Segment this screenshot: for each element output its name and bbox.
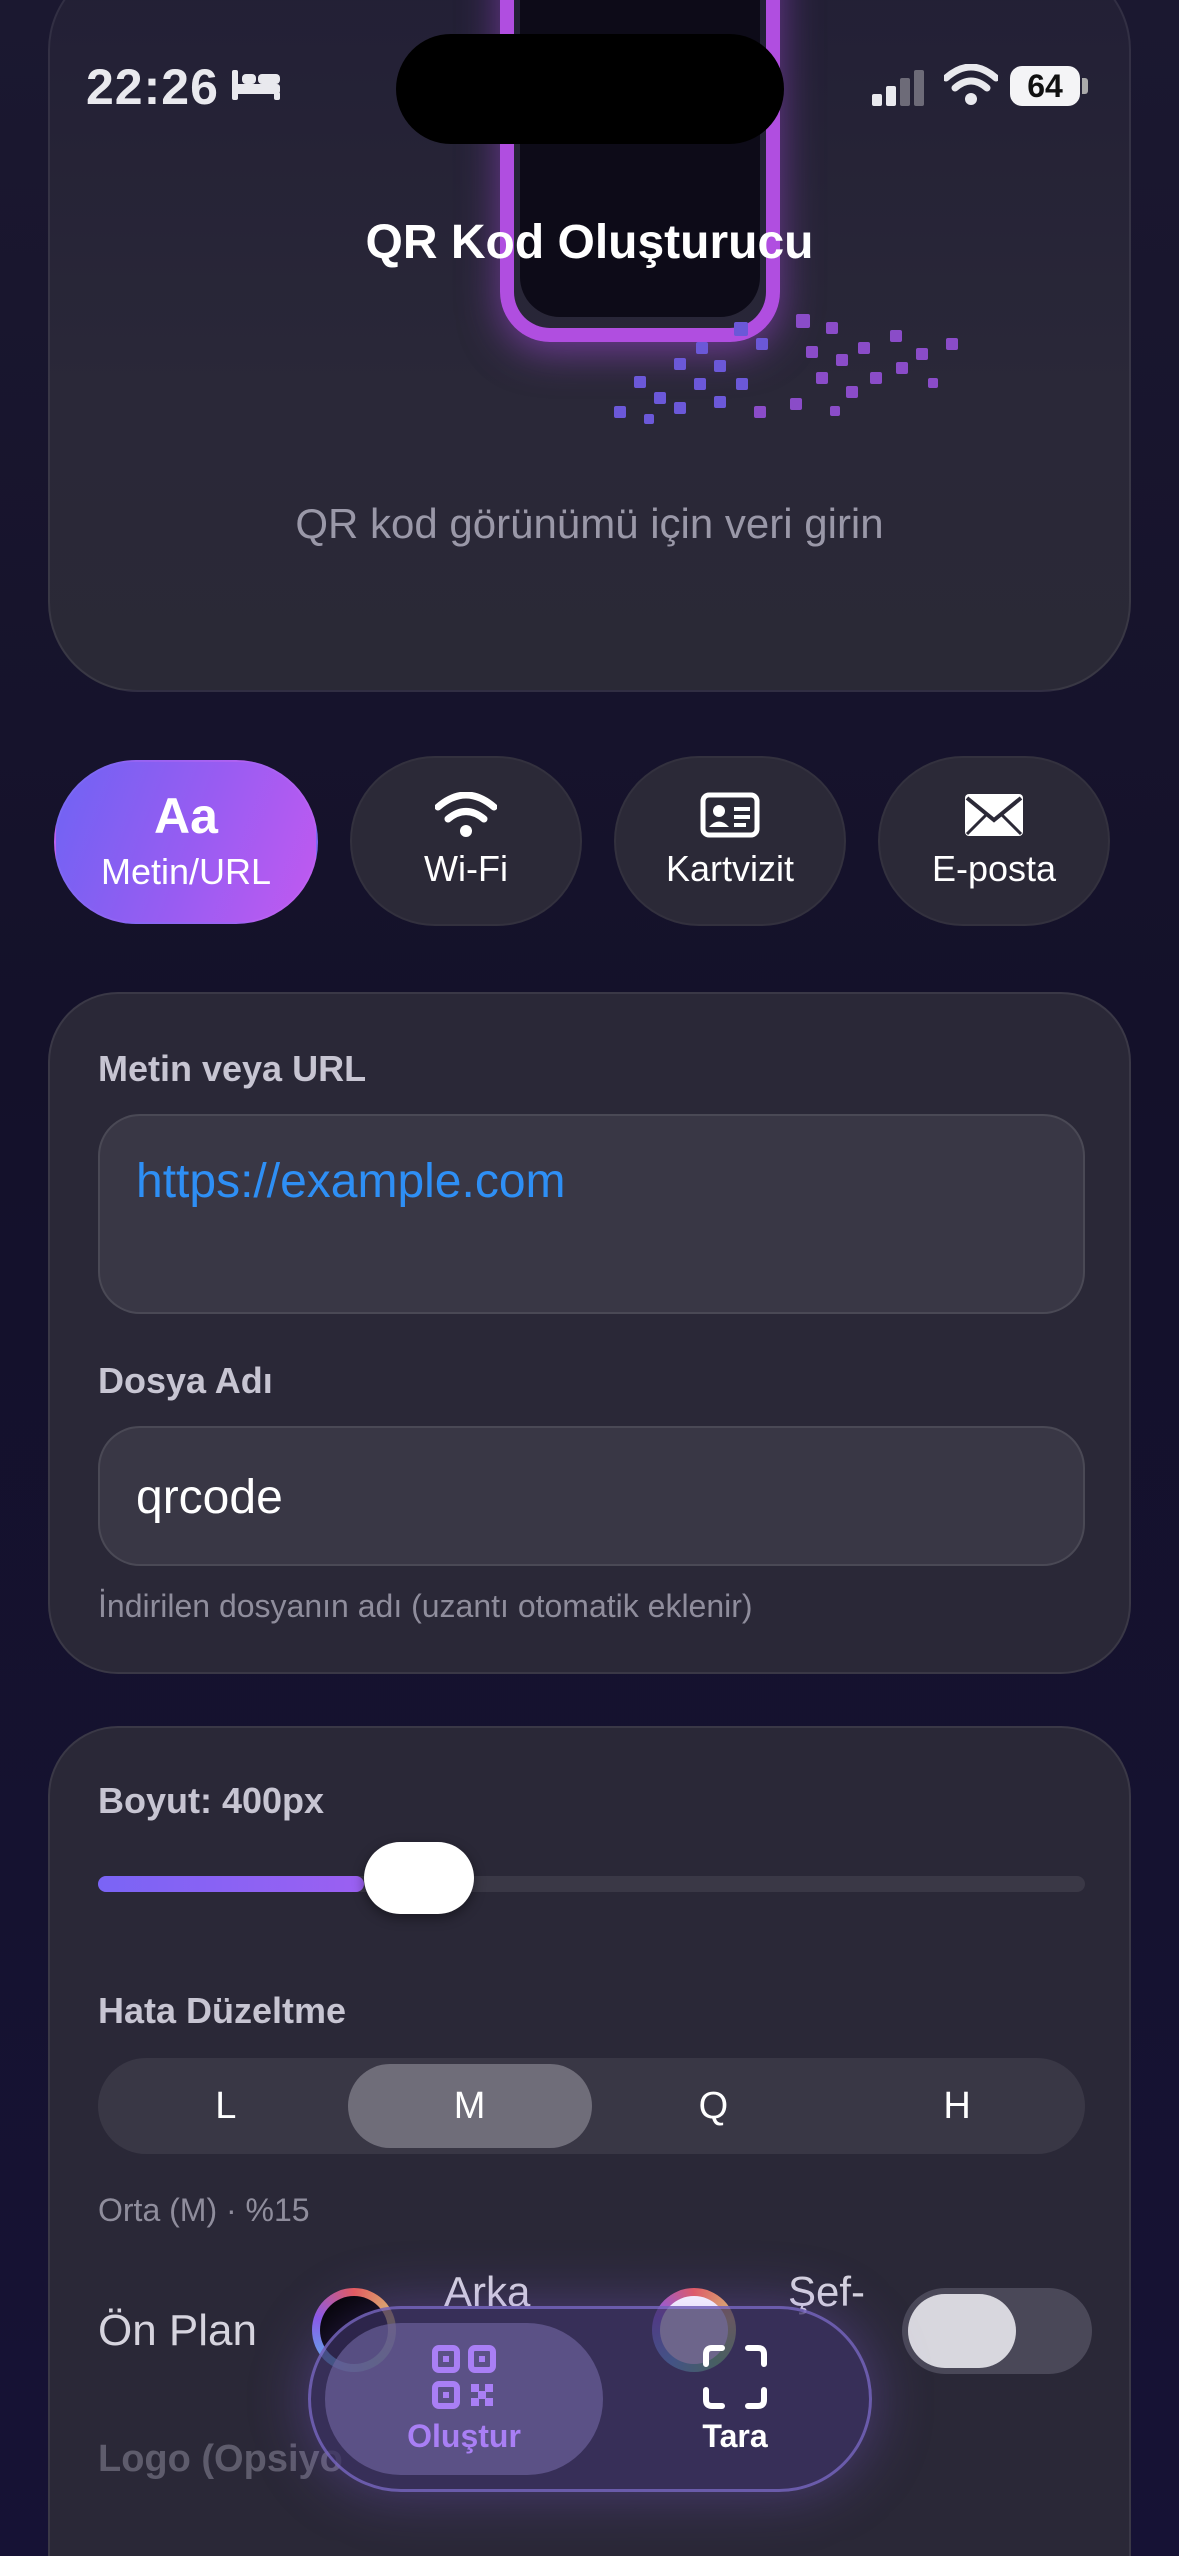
text-url-value: https://example.com bbox=[136, 1155, 566, 1208]
text-url-label: Metin veya URL bbox=[98, 1048, 367, 1089]
pixel-scatter-decoration bbox=[614, 314, 958, 424]
ecc-option-h[interactable]: H bbox=[835, 2064, 1079, 2148]
transparent-toggle-knob bbox=[908, 2294, 1016, 2368]
wifi-status-icon bbox=[944, 64, 998, 105]
battery-tip bbox=[1082, 78, 1088, 94]
type-label: Metin/URL bbox=[100, 851, 272, 892]
ecc-option-q[interactable]: Q bbox=[592, 2064, 836, 2148]
text-url-input[interactable]: https://example.com bbox=[98, 1114, 1085, 1314]
ecc-hint: Orta (M) · %15 bbox=[98, 2192, 310, 2228]
contact-card-icon bbox=[700, 792, 760, 838]
size-slider-fill bbox=[98, 1876, 365, 1892]
qr-code-icon bbox=[432, 2344, 496, 2409]
ecc-label: Hata Düzeltme bbox=[98, 1990, 347, 2031]
signal-icon bbox=[872, 70, 924, 106]
type-label: E-posta bbox=[931, 848, 1057, 889]
text-icon: Aa bbox=[154, 788, 218, 844]
type-label: Wi-Fi bbox=[424, 848, 508, 889]
tab-create[interactable]: Oluştur bbox=[325, 2323, 603, 2475]
size-label: Boyut: 400px bbox=[98, 1780, 325, 1821]
tab-scan-label: Tara bbox=[702, 2417, 768, 2454]
ecc-option-l[interactable]: L bbox=[104, 2064, 348, 2148]
filename-label: Dosya Adı bbox=[98, 1360, 273, 1401]
transparent-toggle[interactable] bbox=[902, 2288, 1092, 2374]
type-wifi[interactable]: Wi-Fi bbox=[350, 756, 582, 926]
dynamic-island bbox=[396, 34, 784, 144]
ecc-segmented-control: L M Q H bbox=[98, 2058, 1085, 2154]
ecc-option-m[interactable]: M bbox=[347, 2064, 592, 2148]
size-slider[interactable] bbox=[98, 1842, 1085, 1914]
filename-value: qrcode bbox=[136, 1471, 283, 1524]
foreground-color-label: Ön Plan bbox=[98, 2306, 257, 2355]
filename-helper: İndirilen dosyanın adı (uzantı otomatik … bbox=[98, 1588, 753, 1624]
filename-input[interactable]: qrcode bbox=[98, 1426, 1085, 1566]
type-label: Kartvizit bbox=[665, 848, 795, 889]
type-email[interactable]: E-posta bbox=[878, 756, 1110, 926]
page-title: QR Kod Oluşturucu bbox=[365, 216, 814, 269]
type-vcard[interactable]: Kartvizit bbox=[614, 756, 846, 926]
size-slider-thumb[interactable] bbox=[364, 1842, 475, 1914]
tab-scan[interactable]: Tara bbox=[611, 2323, 859, 2475]
battery-level: 64 bbox=[1010, 66, 1080, 106]
status-time: 22:26 bbox=[86, 59, 219, 115]
preview-hint: QR kod görünümü için veri girin bbox=[295, 500, 884, 547]
content-card: Metin veya URL https://example.com Dosya… bbox=[48, 992, 1131, 1674]
envelope-icon bbox=[965, 794, 1023, 836]
logo-label: Logo (Opsiyo bbox=[98, 2438, 343, 2480]
tab-create-label: Oluştur bbox=[407, 2417, 521, 2454]
status-bar: 22:26 64 bbox=[0, 0, 1179, 170]
scan-icon bbox=[703, 2344, 767, 2409]
bottom-tab-bar: Oluştur Tara bbox=[308, 2306, 872, 2492]
wifi-icon bbox=[435, 792, 497, 837]
type-text-url[interactable]: Aa Metin/URL bbox=[54, 760, 318, 924]
bed-icon bbox=[232, 70, 280, 100]
